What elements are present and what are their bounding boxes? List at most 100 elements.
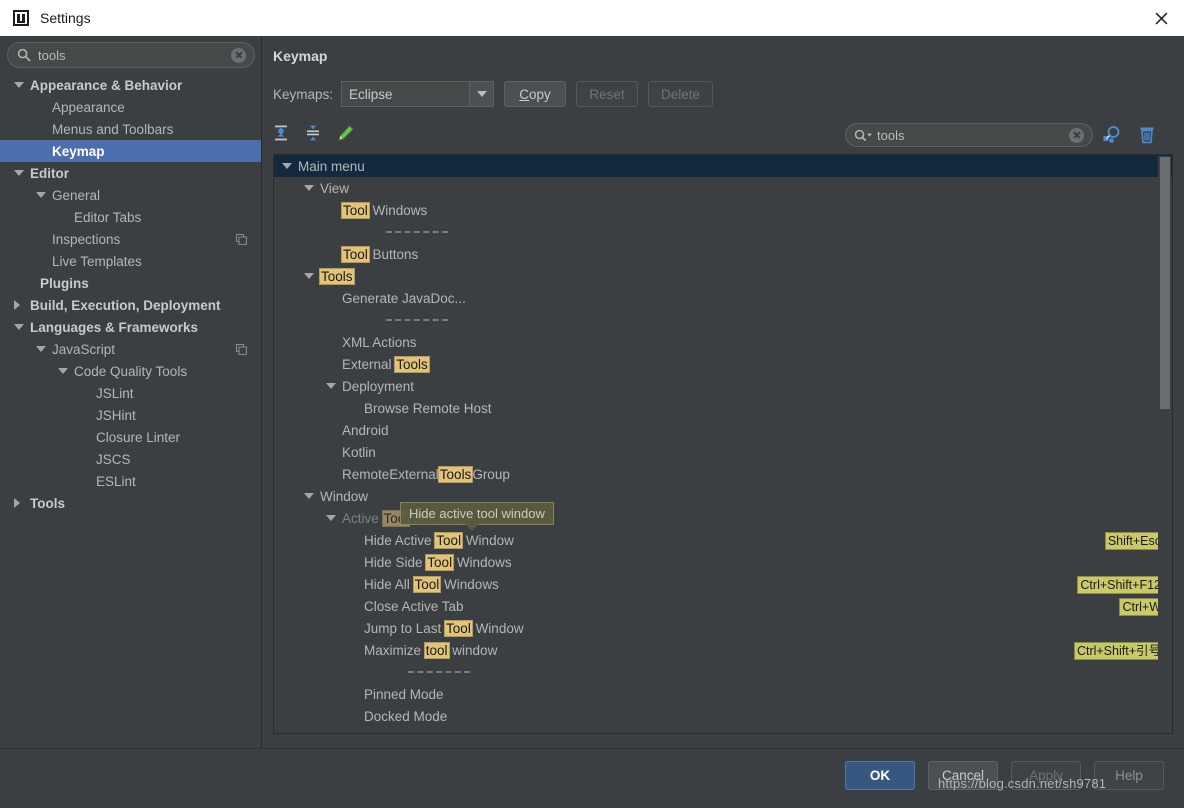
keymap-tree-row[interactable]: Maximize tool window Ctrl+Shift+引号: [274, 639, 1172, 661]
chevron-down-icon[interactable]: [14, 324, 24, 330]
keymap-select[interactable]: Eclipse: [341, 81, 495, 107]
keymap-tree-row[interactable]: XML Actions: [274, 331, 1172, 353]
sidebar-item-tools[interactable]: Tools: [0, 492, 261, 514]
sidebar-item-label: General: [52, 187, 101, 203]
sidebar-item-label: JSLint: [96, 385, 134, 401]
keymap-tree-row[interactable]: External Tools: [274, 353, 1172, 375]
sidebar-item-appearance-behavior[interactable]: Appearance & Behavior: [0, 74, 261, 96]
keymap-tree-row[interactable]: Kotlin: [274, 441, 1172, 463]
keymap-tree-row[interactable]: Generate JavaDoc...: [274, 287, 1172, 309]
edit-shortcut-pencil-icon[interactable]: [337, 124, 355, 142]
find-by-shortcut-icon[interactable]: [1101, 124, 1121, 146]
keyboard-shortcut-badge: Shift+Esc: [1104, 532, 1164, 550]
chevron-right-icon[interactable]: [14, 498, 20, 508]
keymap-tree-toolbar: [273, 124, 355, 142]
keymap-tree-row[interactable]: RemoteExternalToolsGroup: [274, 463, 1172, 485]
keymap-action-label: Pinned Mode: [364, 686, 444, 702]
chevron-down-icon[interactable]: [304, 493, 314, 499]
separator-line: [386, 231, 448, 233]
keymap-tree-scrollbar[interactable]: [1158, 156, 1171, 733]
chevron-down-icon[interactable]: [14, 82, 24, 88]
keymaps-label: Keymaps:: [273, 86, 334, 102]
sidebar-item-eslint[interactable]: ESLint: [0, 470, 261, 492]
keymap-tree-row[interactable]: Hide Active Tool Window Shift+Esc: [274, 529, 1172, 551]
sidebar-item-live-templates[interactable]: Live Templates: [0, 250, 261, 272]
chevron-down-icon[interactable]: [304, 185, 314, 191]
keymap-tree-row[interactable]: Tool Windows: [274, 199, 1172, 221]
sidebar-item-keymap[interactable]: Keymap: [0, 140, 261, 162]
separator-line: [408, 671, 470, 673]
search-match-highlight: Tools: [319, 267, 355, 285]
keymap-tree-row[interactable]: Hide Side Tool Windows: [274, 551, 1172, 573]
cancel-button[interactable]: Cancel: [928, 761, 998, 790]
collapse-all-icon[interactable]: [305, 124, 323, 142]
keymap-tree-row[interactable]: View: [274, 177, 1172, 199]
delete-button[interactable]: Delete: [648, 81, 714, 107]
settings-dialog: Settings tools Appearance & Behavior Appe…: [0, 0, 1184, 808]
keymap-tree-row[interactable]: Close Active Tab Ctrl+W: [274, 595, 1172, 617]
chevron-down-icon[interactable]: [282, 163, 292, 169]
sidebar-item-build-execution-deployment[interactable]: Build, Execution, Deployment: [0, 294, 261, 316]
copy-settings-icon[interactable]: [236, 343, 247, 355]
scrollbar-thumb[interactable]: [1160, 157, 1170, 409]
apply-button[interactable]: Apply: [1011, 761, 1081, 790]
keymap-search-input[interactable]: tools: [845, 123, 1093, 147]
sidebar-search-input[interactable]: tools: [7, 42, 255, 68]
tooltip-text: Hide active tool window: [409, 506, 545, 521]
sidebar-item-menus-and-toolbars[interactable]: Menus and Toolbars: [0, 118, 261, 140]
keymap-tree-row[interactable]: Pinned Mode: [274, 683, 1172, 705]
sidebar-item-label: JSHint: [96, 407, 136, 423]
keymap-tree-row[interactable]: Tools: [274, 265, 1172, 287]
sidebar-item-label: ESLint: [96, 473, 136, 489]
clear-icon[interactable]: [231, 47, 246, 63]
chevron-down-icon[interactable]: [58, 368, 68, 374]
close-icon[interactable]: [1138, 0, 1184, 36]
keymap-tree-row[interactable]: Main menu: [274, 155, 1172, 177]
keymap-tree-row[interactable]: Docked Mode: [274, 705, 1172, 727]
sidebar-item-jshint[interactable]: JSHint: [0, 404, 261, 426]
copy-settings-icon[interactable]: [236, 233, 247, 245]
sidebar-item-javascript[interactable]: JavaScript: [0, 338, 261, 360]
keymap-tree-row[interactable]: Tool Buttons: [274, 243, 1172, 265]
sidebar-search-value: tools: [38, 47, 66, 63]
chevron-down-icon[interactable]: [36, 192, 46, 198]
sidebar-item-label: Appearance: [52, 99, 125, 115]
keymap-tree-row[interactable]: Android: [274, 419, 1172, 441]
keymap-tree-row[interactable]: Jump to Last Tool Window: [274, 617, 1172, 639]
delete-trash-icon[interactable]: [1137, 124, 1157, 146]
ok-button[interactable]: OK: [845, 761, 915, 790]
sidebar-item-code-quality-tools[interactable]: Code Quality Tools: [0, 360, 261, 382]
sidebar-item-inspections[interactable]: Inspections: [0, 228, 261, 250]
help-button[interactable]: Help: [1094, 761, 1164, 790]
sidebar-item-editor[interactable]: Editor: [0, 162, 261, 184]
settings-sidebar: tools Appearance & Behavior Appearance Men…: [0, 36, 262, 748]
expand-all-icon[interactable]: [273, 124, 291, 142]
chevron-down-icon[interactable]: [304, 273, 314, 279]
keymap-select-value: Eclipse: [349, 86, 393, 102]
keymap-action-label: Hide All Tool Windows: [364, 575, 499, 593]
keymap-tree-row[interactable]: Deployment: [274, 375, 1172, 397]
keymap-tree: Main menu View Tool Windows Tool Buttons Too…: [273, 154, 1173, 734]
sidebar-item-general[interactable]: General: [0, 184, 261, 206]
sidebar-item-appearance[interactable]: Appearance: [0, 96, 261, 118]
chevron-down-icon[interactable]: [326, 383, 336, 389]
keyboard-shortcut-badge: Ctrl+Shift+引号: [1073, 642, 1164, 660]
keymap-tree-row[interactable]: Browse Remote Host: [274, 397, 1172, 419]
chevron-down-icon[interactable]: [326, 515, 336, 521]
chevron-right-icon[interactable]: [14, 300, 20, 310]
chevron-down-icon[interactable]: [14, 170, 24, 176]
sidebar-item-jslint[interactable]: JSLint: [0, 382, 261, 404]
copy-button[interactable]: Copy: [504, 81, 567, 107]
keymap-tree-row[interactable]: Hide All Tool Windows Ctrl+Shift+F12: [274, 573, 1172, 595]
keymap-action-label: Tools: [319, 267, 355, 285]
sidebar-item-languages-frameworks[interactable]: Languages & Frameworks: [0, 316, 261, 338]
clear-icon[interactable]: [1069, 127, 1084, 143]
reset-button[interactable]: Reset: [576, 81, 639, 107]
sidebar-item-jscs[interactable]: JSCS: [0, 448, 261, 470]
sidebar-item-closure-linter[interactable]: Closure Linter: [0, 426, 261, 448]
keymap-action-label: Browse Remote Host: [364, 400, 492, 416]
chevron-down-icon[interactable]: [36, 346, 46, 352]
keymap-action-label: Jump to Last Tool Window: [364, 619, 524, 637]
sidebar-item-editor-tabs[interactable]: Editor Tabs: [0, 206, 261, 228]
sidebar-item-plugins[interactable]: Plugins: [0, 272, 261, 294]
